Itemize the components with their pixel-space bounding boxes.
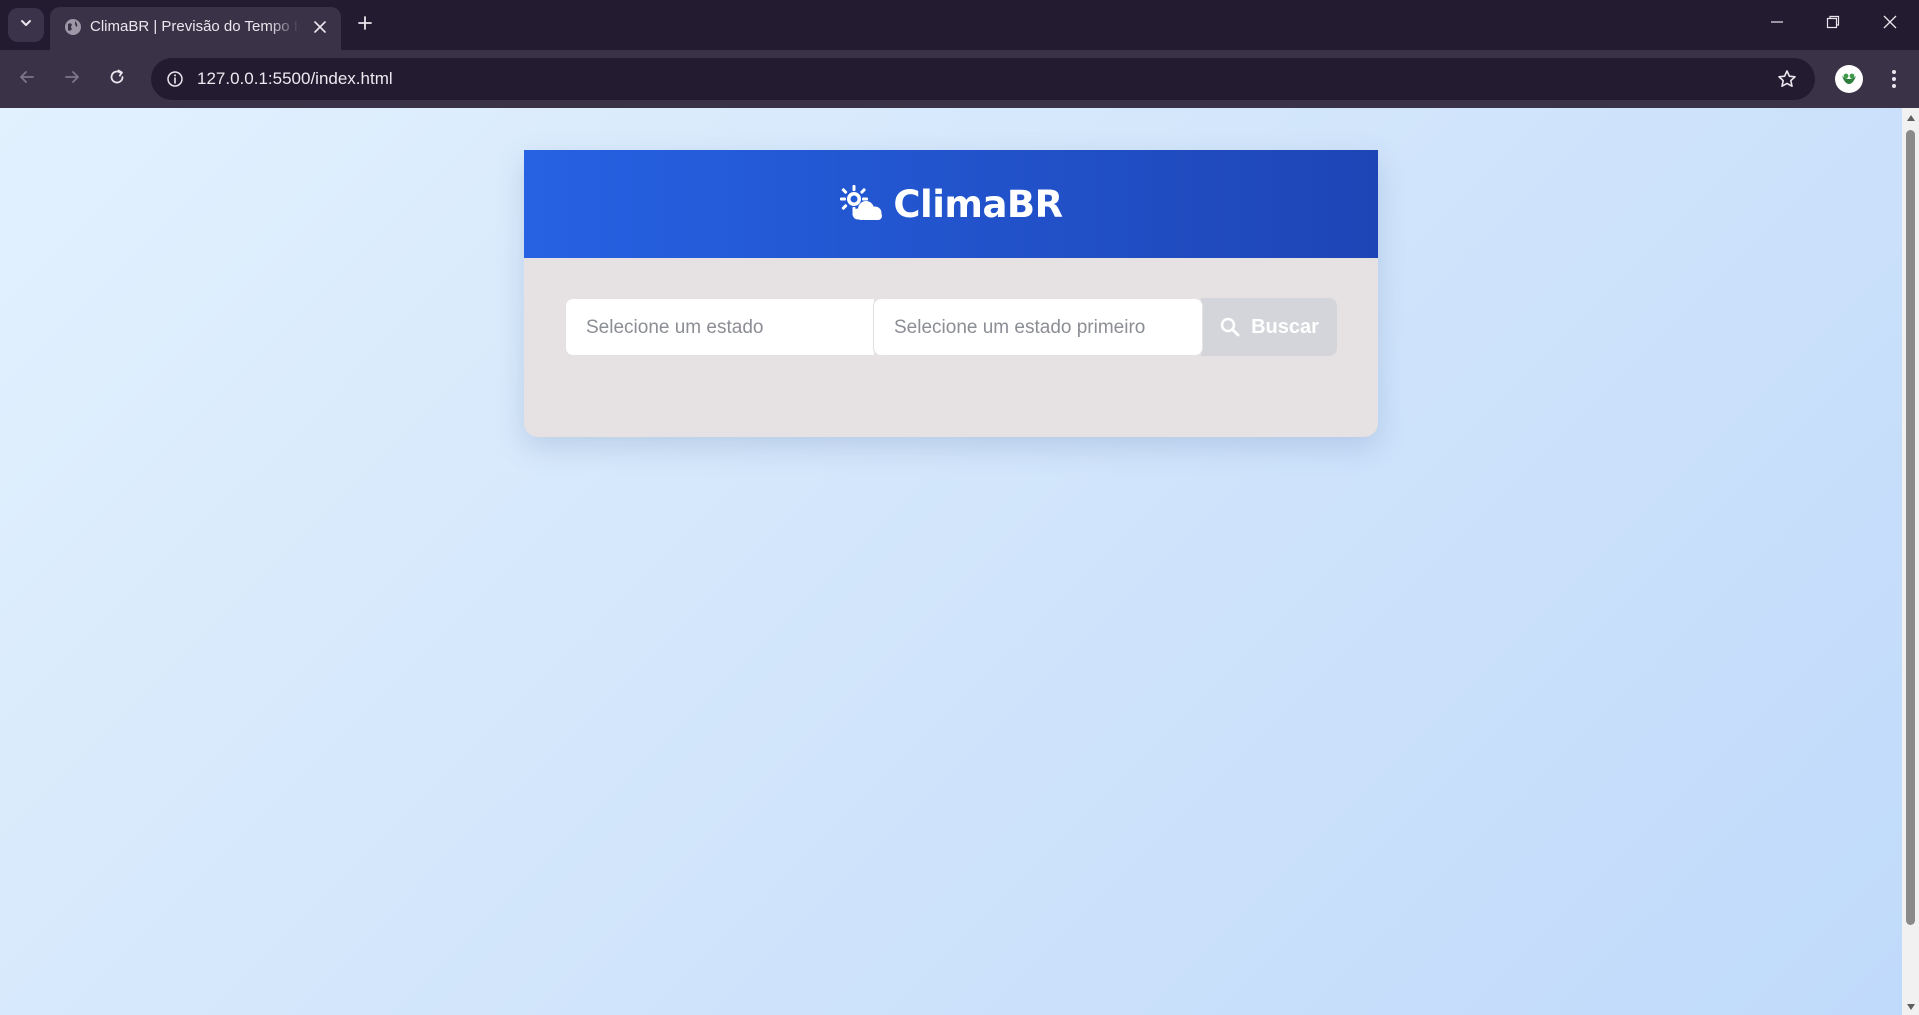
new-tab-button[interactable]: [352, 12, 378, 38]
plus-icon: [357, 15, 373, 36]
avatar[interactable]: [1835, 65, 1863, 93]
chevron-down-icon: [19, 16, 33, 35]
kebab-menu-icon[interactable]: [1880, 65, 1908, 93]
address-bar[interactable]: 127.0.0.1:5500/index.html: [151, 58, 1815, 100]
reload-icon: [108, 68, 126, 91]
brand: ClimaBR: [839, 182, 1063, 226]
back-button[interactable]: [11, 63, 43, 95]
scroll-up-arrow-icon[interactable]: [1902, 112, 1919, 124]
weather-card: ClimaBR Selecione um estado Selecione um…: [524, 150, 1378, 437]
search-icon: [1219, 316, 1241, 338]
browser-tab[interactable]: ClimaBR | Previsão do Tempo Inteligente: [50, 7, 341, 50]
reload-button[interactable]: [101, 63, 133, 95]
minimize-button[interactable]: [1754, 6, 1800, 42]
city-select[interactable]: Selecione um estado primeiro: [873, 298, 1203, 356]
cloud-sun-icon: [839, 184, 885, 224]
arrow-left-icon: [18, 68, 36, 91]
search-button[interactable]: Buscar: [1201, 298, 1337, 356]
scrollbar-thumb[interactable]: [1906, 130, 1915, 925]
state-select-placeholder: Selecione um estado: [586, 317, 764, 338]
tab-strip: ClimaBR | Previsão do Tempo Inteligente: [0, 0, 1919, 50]
restore-button[interactable]: [1810, 6, 1856, 42]
app-title: ClimaBR: [893, 182, 1063, 226]
close-window-button[interactable]: [1867, 6, 1913, 42]
arrow-right-icon: [63, 68, 81, 91]
browser-toolbar: 127.0.0.1:5500/index.html: [0, 50, 1919, 108]
minimize-icon: [1770, 15, 1784, 34]
scroll-down-arrow-icon[interactable]: [1902, 1001, 1919, 1013]
restore-icon: [1826, 15, 1840, 34]
info-icon[interactable]: [161, 65, 189, 93]
page-viewport: ClimaBR Selecione um estado Selecione um…: [0, 108, 1902, 1015]
tab-title: ClimaBR | Previsão do Tempo Inteligente: [90, 18, 300, 35]
tab-search-button[interactable]: [8, 8, 44, 42]
page-scrollbar[interactable]: [1902, 108, 1919, 1015]
forward-button[interactable]: [56, 63, 88, 95]
globe-icon: [63, 17, 83, 37]
city-select-placeholder: Selecione um estado primeiro: [894, 317, 1146, 338]
search-form: Selecione um estado Selecione um estado …: [565, 298, 1337, 356]
close-icon: [1883, 15, 1897, 34]
app-header: ClimaBR: [524, 150, 1378, 258]
state-select[interactable]: Selecione um estado: [565, 298, 875, 356]
search-button-label: Buscar: [1251, 315, 1319, 338]
url-text: 127.0.0.1:5500/index.html: [197, 69, 393, 88]
star-icon[interactable]: [1773, 65, 1801, 93]
close-icon[interactable]: [309, 16, 331, 38]
